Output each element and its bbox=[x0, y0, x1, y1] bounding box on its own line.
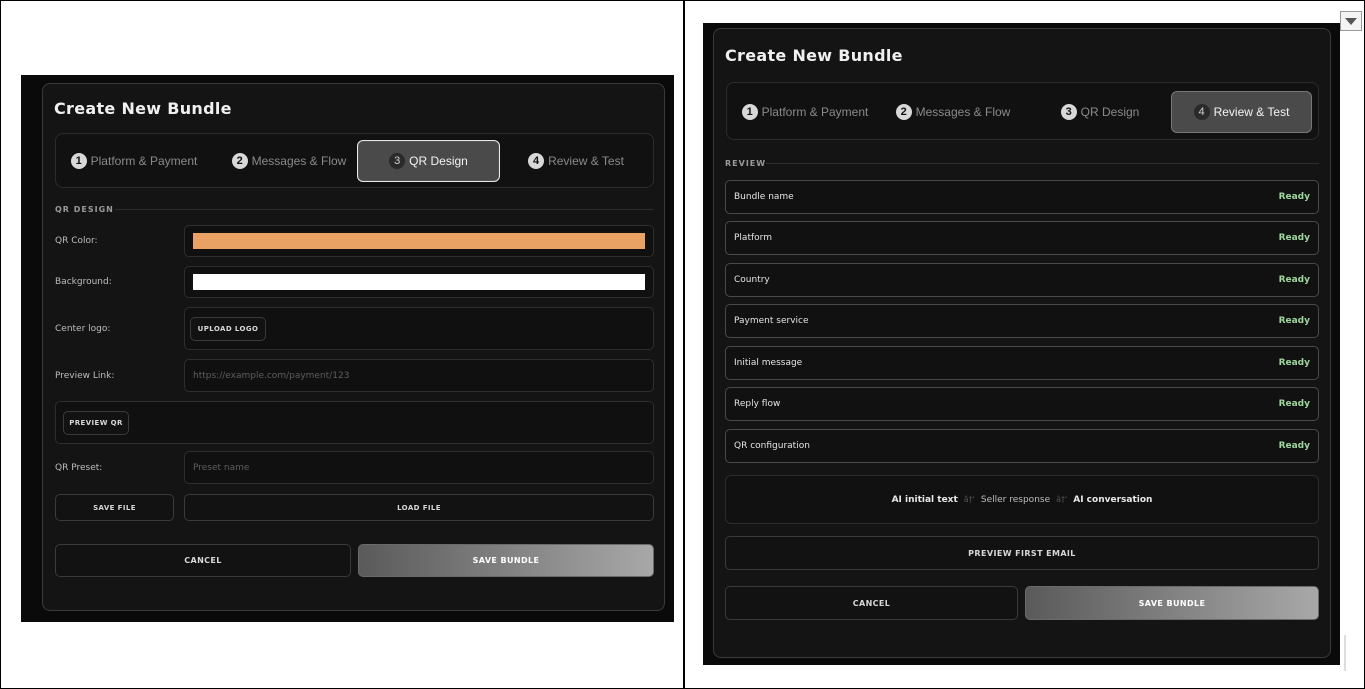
review-row-platform: Platform Ready bbox=[725, 221, 1319, 255]
review-item-name: Bundle name bbox=[734, 192, 794, 202]
review-row-country: Country Ready bbox=[725, 263, 1319, 297]
step-label: QR Design bbox=[409, 154, 468, 168]
review-row-payment-service: Payment service Ready bbox=[725, 304, 1319, 338]
step-number-1: 1 bbox=[741, 104, 758, 120]
review-item-name: Initial message bbox=[734, 358, 803, 368]
status-badge: Ready bbox=[1278, 358, 1310, 368]
qr-color-field[interactable] bbox=[184, 225, 654, 257]
save-bundle-button[interactable]: SAVE BUNDLE bbox=[1025, 586, 1319, 620]
upload-logo-button[interactable]: UPLOAD LOGO bbox=[190, 317, 266, 341]
tab-qr-design[interactable]: 3 QR Design bbox=[357, 140, 500, 182]
status-badge: Ready bbox=[1278, 316, 1310, 326]
background-color-field[interactable] bbox=[184, 266, 654, 298]
center-logo-label: Center logo: bbox=[55, 324, 111, 334]
flow-arrow: â†' bbox=[963, 495, 975, 504]
flow-step-ai-initial: AI initial text bbox=[891, 494, 958, 505]
step-number-3: 3 bbox=[389, 153, 406, 169]
step-number-1: 1 bbox=[70, 153, 87, 169]
tab-messages-flow[interactable]: 2 Messages & Flow bbox=[883, 92, 1023, 132]
step-number-2: 2 bbox=[895, 104, 912, 120]
tab-messages-flow[interactable]: 2 Messages & Flow bbox=[214, 141, 364, 181]
section-heading: REVIEW bbox=[725, 159, 767, 168]
preview-first-email-button[interactable]: PREVIEW FIRST EMAIL bbox=[725, 536, 1319, 570]
modal-title: Create New Bundle bbox=[725, 46, 903, 65]
tab-platform-payment[interactable]: 1 Platform & Payment bbox=[735, 92, 875, 132]
chevron-down-icon bbox=[1345, 17, 1357, 25]
step-label: Messages & Flow bbox=[251, 154, 347, 168]
background-color-swatch[interactable] bbox=[193, 274, 645, 290]
preview-link-input[interactable]: https://example.com/payment/123 bbox=[184, 359, 654, 392]
flow-arrow: â†' bbox=[1056, 495, 1068, 504]
review-row-qr-configuration: QR configuration Ready bbox=[725, 429, 1319, 463]
status-badge: Ready bbox=[1278, 275, 1310, 285]
step-number-2: 2 bbox=[231, 153, 248, 169]
status-badge: Ready bbox=[1278, 192, 1310, 202]
cancel-button[interactable]: CANCEL bbox=[725, 586, 1018, 620]
review-list: Bundle name Ready Platform Ready Country… bbox=[725, 180, 1319, 465]
step-label: Platform & Payment bbox=[761, 105, 869, 119]
section-heading: QR DESIGN bbox=[55, 205, 114, 214]
load-file-button[interactable]: LOAD FILE bbox=[184, 494, 654, 521]
qr-preset-label: QR Preset: bbox=[55, 463, 103, 473]
save-bundle-button[interactable]: SAVE BUNDLE bbox=[358, 544, 654, 577]
review-item-name: Platform bbox=[734, 233, 772, 243]
status-badge: Ready bbox=[1278, 441, 1310, 451]
review-item-name: Payment service bbox=[734, 316, 809, 326]
review-item-name: Reply flow bbox=[734, 399, 781, 409]
section-divider bbox=[766, 163, 1319, 164]
flow-step-seller: Seller response bbox=[980, 494, 1051, 505]
step-label: QR Design bbox=[1080, 105, 1140, 119]
left-screenshot-frame: Create New Bundle 1 Platform & Payment 2… bbox=[0, 0, 684, 689]
step-number-4: 4 bbox=[528, 153, 545, 169]
save-file-button[interactable]: SAVE FILE bbox=[55, 494, 174, 521]
status-badge: Ready bbox=[1278, 399, 1310, 409]
review-row-bundle-name: Bundle name Ready bbox=[725, 180, 1319, 214]
preview-link-placeholder: https://example.com/payment/123 bbox=[193, 370, 350, 381]
create-bundle-modal: Create New Bundle 1 Platform & Payment 2… bbox=[713, 28, 1331, 658]
step-label: Review & Test bbox=[548, 154, 624, 168]
step-label: Messages & Flow bbox=[915, 105, 1011, 119]
wizard-stepper: 1 Platform & Payment 2 Messages & Flow 3… bbox=[55, 133, 654, 188]
step-label: Review & Test bbox=[1213, 105, 1290, 119]
step-number-3: 3 bbox=[1060, 104, 1077, 120]
preview-qr-button[interactable]: PREVIEW QR bbox=[63, 411, 129, 435]
background-label: Background: bbox=[55, 277, 112, 287]
step-label: Platform & Payment bbox=[90, 154, 198, 168]
tab-review-test[interactable]: 4 Review & Test bbox=[1171, 91, 1312, 133]
review-item-name: Country bbox=[734, 275, 770, 285]
review-row-reply-flow: Reply flow Ready bbox=[725, 387, 1319, 421]
conversation-flow-summary: AI initial text â†' Seller response â†' … bbox=[725, 475, 1319, 524]
status-badge: Ready bbox=[1278, 233, 1310, 243]
step-number-4: 4 bbox=[1193, 104, 1210, 120]
preview-qr-container: PREVIEW QR bbox=[55, 401, 654, 444]
center-logo-field: UPLOAD LOGO bbox=[184, 307, 654, 350]
wizard-stepper: 1 Platform & Payment 2 Messages & Flow 3… bbox=[726, 82, 1319, 140]
tab-platform-payment[interactable]: 1 Platform & Payment bbox=[64, 141, 204, 181]
modal-title: Create New Bundle bbox=[54, 99, 232, 118]
create-bundle-modal: Create New Bundle 1 Platform & Payment 2… bbox=[42, 83, 665, 611]
section-divider bbox=[115, 209, 654, 210]
qr-preset-input[interactable]: Preset name bbox=[184, 451, 654, 484]
preview-link-label: Preview Link: bbox=[55, 371, 115, 381]
review-row-initial-message: Initial message Ready bbox=[725, 346, 1319, 380]
tab-qr-design[interactable]: 3 QR Design bbox=[1030, 92, 1170, 132]
cancel-button[interactable]: CANCEL bbox=[55, 544, 351, 577]
scrollbar-track[interactable] bbox=[1344, 635, 1346, 671]
dropdown-toggle[interactable] bbox=[1340, 11, 1362, 31]
review-item-name: QR configuration bbox=[734, 441, 810, 451]
flow-step-ai-conversation: AI conversation bbox=[1073, 494, 1153, 505]
qr-color-label: QR Color: bbox=[55, 236, 98, 246]
tab-review-test[interactable]: 4 Review & Test bbox=[506, 141, 646, 181]
qr-preset-placeholder: Preset name bbox=[193, 462, 250, 473]
right-screenshot-frame: Create New Bundle 1 Platform & Payment 2… bbox=[684, 0, 1365, 689]
qr-color-swatch[interactable] bbox=[193, 233, 645, 249]
